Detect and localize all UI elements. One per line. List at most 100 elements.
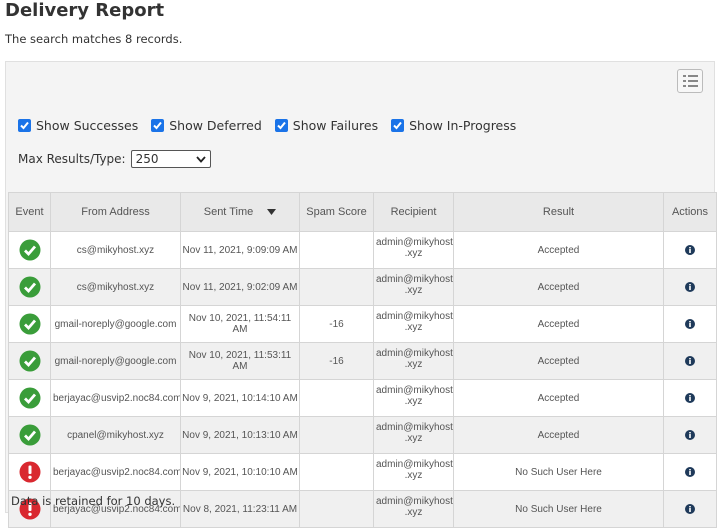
info-icon[interactable] (685, 245, 695, 255)
filter-label: Show Successes (36, 118, 139, 133)
spam-score-cell: -16 (299, 305, 374, 343)
recipient-cell: admin@mikyhost .xyz (373, 305, 454, 343)
result-cell: Accepted (453, 268, 664, 306)
from-address-cell: cpanel@mikyhost.xyz (50, 416, 181, 454)
actions-cell (663, 231, 717, 269)
check-circle-icon (19, 276, 40, 298)
recipient-cell: admin@mikyhost .xyz (373, 231, 454, 269)
event-cell (8, 453, 51, 491)
chevron-down-icon (195, 155, 206, 163)
table-row: cs@mikyhost.xyz Nov 11, 2021, 9:09:09 AM… (8, 231, 717, 269)
event-cell (8, 231, 51, 269)
checkbox-checked[interactable] (151, 119, 165, 132)
info-icon[interactable] (685, 467, 695, 477)
event-cell (8, 305, 51, 343)
list-view-button[interactable] (677, 69, 703, 93)
spam-score-cell (299, 490, 374, 528)
actions-cell (663, 305, 717, 343)
result-cell: No Such User Here (453, 490, 664, 528)
table-row: gmail-noreply@google.com Nov 10, 2021, 1… (8, 342, 717, 380)
table-row: cpanel@mikyhost.xyz Nov 9, 2021, 10:13:1… (8, 416, 717, 454)
filter-label: Show Failures (292, 118, 379, 133)
filter-label: Show In-Progress (409, 118, 517, 133)
info-icon[interactable] (685, 393, 695, 403)
table-row: gmail-noreply@google.com Nov 10, 2021, 1… (8, 305, 717, 343)
filter-show-deferred[interactable]: Show Deferred (151, 118, 262, 133)
filter-bar: Show Successes Show Deferred Show Failur… (18, 118, 529, 133)
table-row: berjayac@usvip2.noc84.com Nov 9, 2021, 1… (8, 453, 717, 491)
check-circle-icon (19, 313, 40, 335)
col-header-result[interactable]: Result (453, 192, 664, 232)
recipient-cell: admin@mikyhost .xyz (373, 453, 454, 491)
table-row: cs@mikyhost.xyz Nov 11, 2021, 9:02:09 AM… (8, 268, 717, 306)
from-address-cell: cs@mikyhost.xyz (50, 268, 181, 306)
spam-score-cell (299, 268, 374, 306)
from-address-cell: berjayac@usvip2.noc84.com (50, 453, 181, 491)
from-address-cell: gmail-noreply@google.com (50, 342, 181, 380)
from-address-cell: gmail-noreply@google.com (50, 305, 181, 343)
result-cell: Accepted (453, 379, 664, 417)
actions-cell (663, 268, 717, 306)
table-header-row: Event From Address Sent Time Spam Score … (8, 192, 717, 232)
spam-score-cell (299, 453, 374, 491)
sent-time-cell: Nov 10, 2021, 11:54:11 AM (180, 305, 300, 343)
col-header-spam[interactable]: Spam Score (299, 192, 374, 232)
actions-cell (663, 342, 717, 380)
event-cell (8, 268, 51, 306)
col-header-event[interactable]: Event (8, 192, 51, 232)
result-cell: Accepted (453, 416, 664, 454)
check-circle-icon (19, 239, 40, 261)
spam-score-cell (299, 379, 374, 417)
from-address-cell: cs@mikyhost.xyz (50, 231, 181, 269)
actions-cell (663, 379, 717, 417)
sent-time-cell: Nov 11, 2021, 9:02:09 AM (180, 268, 300, 306)
info-icon[interactable] (685, 356, 695, 366)
sent-time-cell: Nov 11, 2021, 9:09:09 AM (180, 231, 300, 269)
col-header-sent-label: Sent Time (203, 206, 254, 218)
checkbox-checked[interactable] (391, 119, 405, 132)
spam-score-cell (299, 416, 374, 454)
col-header-recipient[interactable]: Recipient (373, 192, 454, 232)
filter-show-failures[interactable]: Show Failures (274, 118, 379, 133)
sent-time-cell: Nov 9, 2021, 10:13:10 AM (180, 416, 300, 454)
checkbox-checked[interactable] (18, 119, 31, 132)
search-summary: The search matches 8 records. (5, 32, 183, 46)
event-cell (8, 342, 51, 380)
table-row: berjayac@usvip2.noc84.com Nov 9, 2021, 1… (8, 379, 717, 417)
max-results-label: Max Results/Type: (18, 152, 126, 166)
event-cell (8, 416, 51, 454)
check-circle-icon (19, 387, 40, 409)
actions-cell (663, 453, 717, 491)
recipient-cell: admin@mikyhost .xyz (373, 342, 454, 380)
result-cell: Accepted (453, 231, 664, 269)
result-cell: Accepted (453, 305, 664, 343)
sent-time-cell: Nov 9, 2021, 10:10:10 AM (180, 453, 300, 491)
max-results-select[interactable]: 250 (130, 150, 211, 168)
retention-note: Data is retained for 10 days. (11, 494, 176, 508)
filter-label: Show Deferred (169, 118, 262, 133)
filter-show-in-progress[interactable]: Show In-Progress (391, 118, 516, 133)
info-icon[interactable] (685, 319, 695, 329)
recipient-cell: admin@mikyhost .xyz (373, 379, 454, 417)
col-header-from[interactable]: From Address (50, 192, 181, 232)
max-results-control: Max Results/Type: 250 (18, 150, 211, 168)
check-circle-icon (19, 424, 40, 446)
info-icon[interactable] (685, 282, 695, 292)
actions-cell (663, 416, 717, 454)
col-header-actions: Actions (663, 192, 717, 232)
col-header-sent[interactable]: Sent Time (180, 192, 300, 232)
max-results-value: 250 (135, 152, 159, 166)
result-cell: Accepted (453, 342, 664, 380)
recipient-cell: admin@mikyhost .xyz (373, 268, 454, 306)
page-title: Delivery Report (5, 0, 165, 21)
delivery-table: Event From Address Sent Time Spam Score … (8, 192, 717, 528)
sent-time-cell: Nov 9, 2021, 10:14:10 AM (180, 379, 300, 417)
spam-score-cell (299, 231, 374, 269)
check-circle-icon (19, 350, 40, 372)
filter-show-successes[interactable]: Show Successes (18, 118, 138, 133)
info-icon[interactable] (685, 430, 695, 440)
checkbox-checked[interactable] (274, 119, 288, 132)
recipient-cell: admin@mikyhost .xyz (373, 416, 454, 454)
actions-cell (663, 490, 717, 528)
sent-time-cell: Nov 10, 2021, 11:53:11 AM (180, 342, 300, 380)
